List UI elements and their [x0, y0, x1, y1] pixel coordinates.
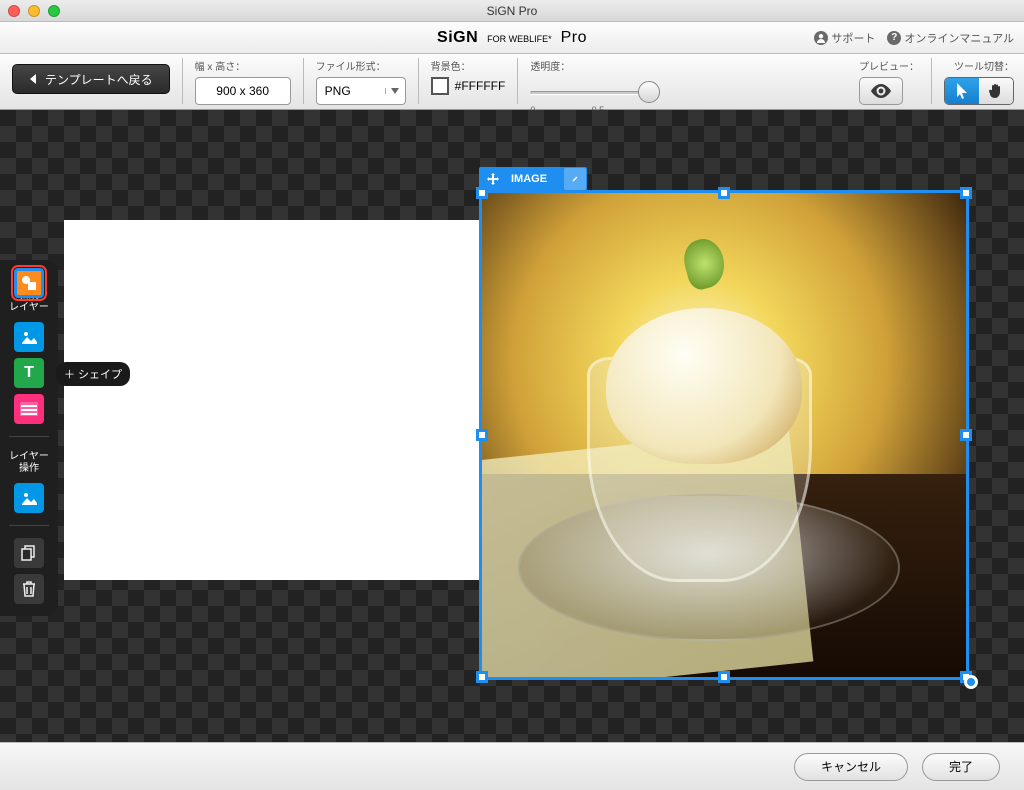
- artboard[interactable]: [64, 220, 480, 580]
- opacity-slider[interactable]: [530, 79, 660, 107]
- filetype-value: PNG: [317, 84, 385, 98]
- header-links: サポート ? オンラインマニュアル: [814, 30, 1014, 46]
- preview-button[interactable]: [859, 77, 903, 105]
- opacity-label: 透明度：: [530, 58, 660, 73]
- pin-icon[interactable]: [22, 268, 36, 282]
- brand-suffix: Pro: [561, 29, 587, 46]
- size-group: 幅 x 高さ： 900 x 360: [195, 58, 291, 105]
- layer-ops-label: レイヤー 操作: [9, 451, 49, 475]
- canvas[interactable]: IMAGE 新規 レイヤー T: [0, 110, 1024, 742]
- edit-layer-button[interactable]: [564, 168, 586, 190]
- image-icon: [20, 328, 38, 346]
- back-label: テンプレートへ戻る: [45, 71, 153, 88]
- support-label: サポート: [831, 30, 875, 46]
- footer: キャンセル 完了: [0, 742, 1024, 790]
- filetype-group: ファイル形式： PNG: [316, 58, 406, 105]
- bgcolor-group: 背景色： #FFFFFF: [431, 58, 506, 95]
- help-icon: ?: [887, 31, 901, 45]
- toolbar: テンプレートへ戻る 幅 x 高さ： 900 x 360 ファイル形式： PNG …: [0, 54, 1024, 110]
- tooltip-text: ＋ シェイプ: [64, 366, 122, 382]
- separator: [303, 58, 304, 104]
- chevron-down-icon: [385, 88, 405, 94]
- slider-knob[interactable]: [638, 81, 660, 103]
- tool-switch: [944, 77, 1014, 105]
- brand-bar: SiGN FOR WEBLIFE* Pro サポート ? オンラインマニュアル: [0, 22, 1024, 54]
- manual-label: オンラインマニュアル: [904, 30, 1014, 46]
- duplicate-layer-button[interactable]: [14, 538, 44, 568]
- shape-tooltip: ＋ シェイプ: [56, 362, 130, 386]
- size-label: 幅 x 高さ：: [195, 58, 291, 73]
- bgcolor-value: #FFFFFF: [455, 79, 506, 93]
- pencil-icon: [572, 173, 578, 185]
- opacity-group: 透明度： 0 0.5: [530, 58, 660, 115]
- separator: [931, 58, 932, 104]
- bgcolor-label: 背景色：: [431, 58, 506, 73]
- eye-icon: [870, 84, 892, 98]
- text-icon: T: [24, 364, 34, 382]
- preview-group: プレビュー：: [859, 58, 919, 105]
- selection-label: IMAGE: [503, 173, 555, 185]
- pointer-icon: [955, 83, 969, 99]
- copy-icon: [21, 545, 37, 561]
- image-icon: [20, 489, 38, 507]
- selection-tag[interactable]: IMAGE: [479, 167, 587, 191]
- brand-sub: FOR WEBLIFE*: [487, 34, 552, 44]
- filetype-select[interactable]: PNG: [316, 77, 406, 105]
- brand-logo: SiGN FOR WEBLIFE* Pro: [437, 29, 587, 47]
- add-text-layer[interactable]: T: [14, 358, 44, 388]
- layer-ops-button[interactable]: [14, 483, 44, 513]
- hand-tool[interactable]: [979, 78, 1013, 104]
- new-layer-label: 新規 レイヤー: [9, 290, 49, 314]
- done-button[interactable]: 完了: [922, 753, 1000, 781]
- size-value: 900 x 360: [216, 84, 269, 98]
- preview-label: プレビュー：: [859, 58, 919, 73]
- hand-icon: [988, 83, 1004, 99]
- delete-layer-button[interactable]: [14, 574, 44, 604]
- window-title: SiGN Pro: [0, 4, 1024, 18]
- manual-link[interactable]: ? オンラインマニュアル: [887, 30, 1014, 46]
- tool-switch-group: ツール切替：: [944, 58, 1014, 105]
- filetype-label: ファイル形式：: [316, 58, 406, 73]
- separator: [517, 58, 518, 104]
- add-image-layer[interactable]: [14, 322, 44, 352]
- window-titlebar: SiGN Pro: [0, 0, 1024, 22]
- bgcolor-swatch[interactable]: [431, 77, 449, 95]
- cancel-button[interactable]: キャンセル: [794, 753, 908, 781]
- table-icon: [20, 402, 38, 416]
- image-layer[interactable]: [479, 190, 969, 680]
- trash-icon: [22, 581, 36, 597]
- separator: [182, 58, 183, 104]
- move-icon: [487, 173, 499, 185]
- separator: [418, 58, 419, 104]
- layer-sidebar: 新規 レイヤー T レイヤー 操作: [0, 260, 58, 616]
- add-table-layer[interactable]: [14, 394, 44, 424]
- tool-label: ツール切替：: [944, 58, 1014, 73]
- user-icon: [814, 31, 828, 45]
- back-to-template-button[interactable]: テンプレートへ戻る: [12, 64, 170, 94]
- size-field[interactable]: 900 x 360: [195, 77, 291, 105]
- support-link[interactable]: サポート: [814, 30, 875, 46]
- brand-main: SiGN: [437, 29, 478, 46]
- pointer-tool[interactable]: [945, 78, 979, 104]
